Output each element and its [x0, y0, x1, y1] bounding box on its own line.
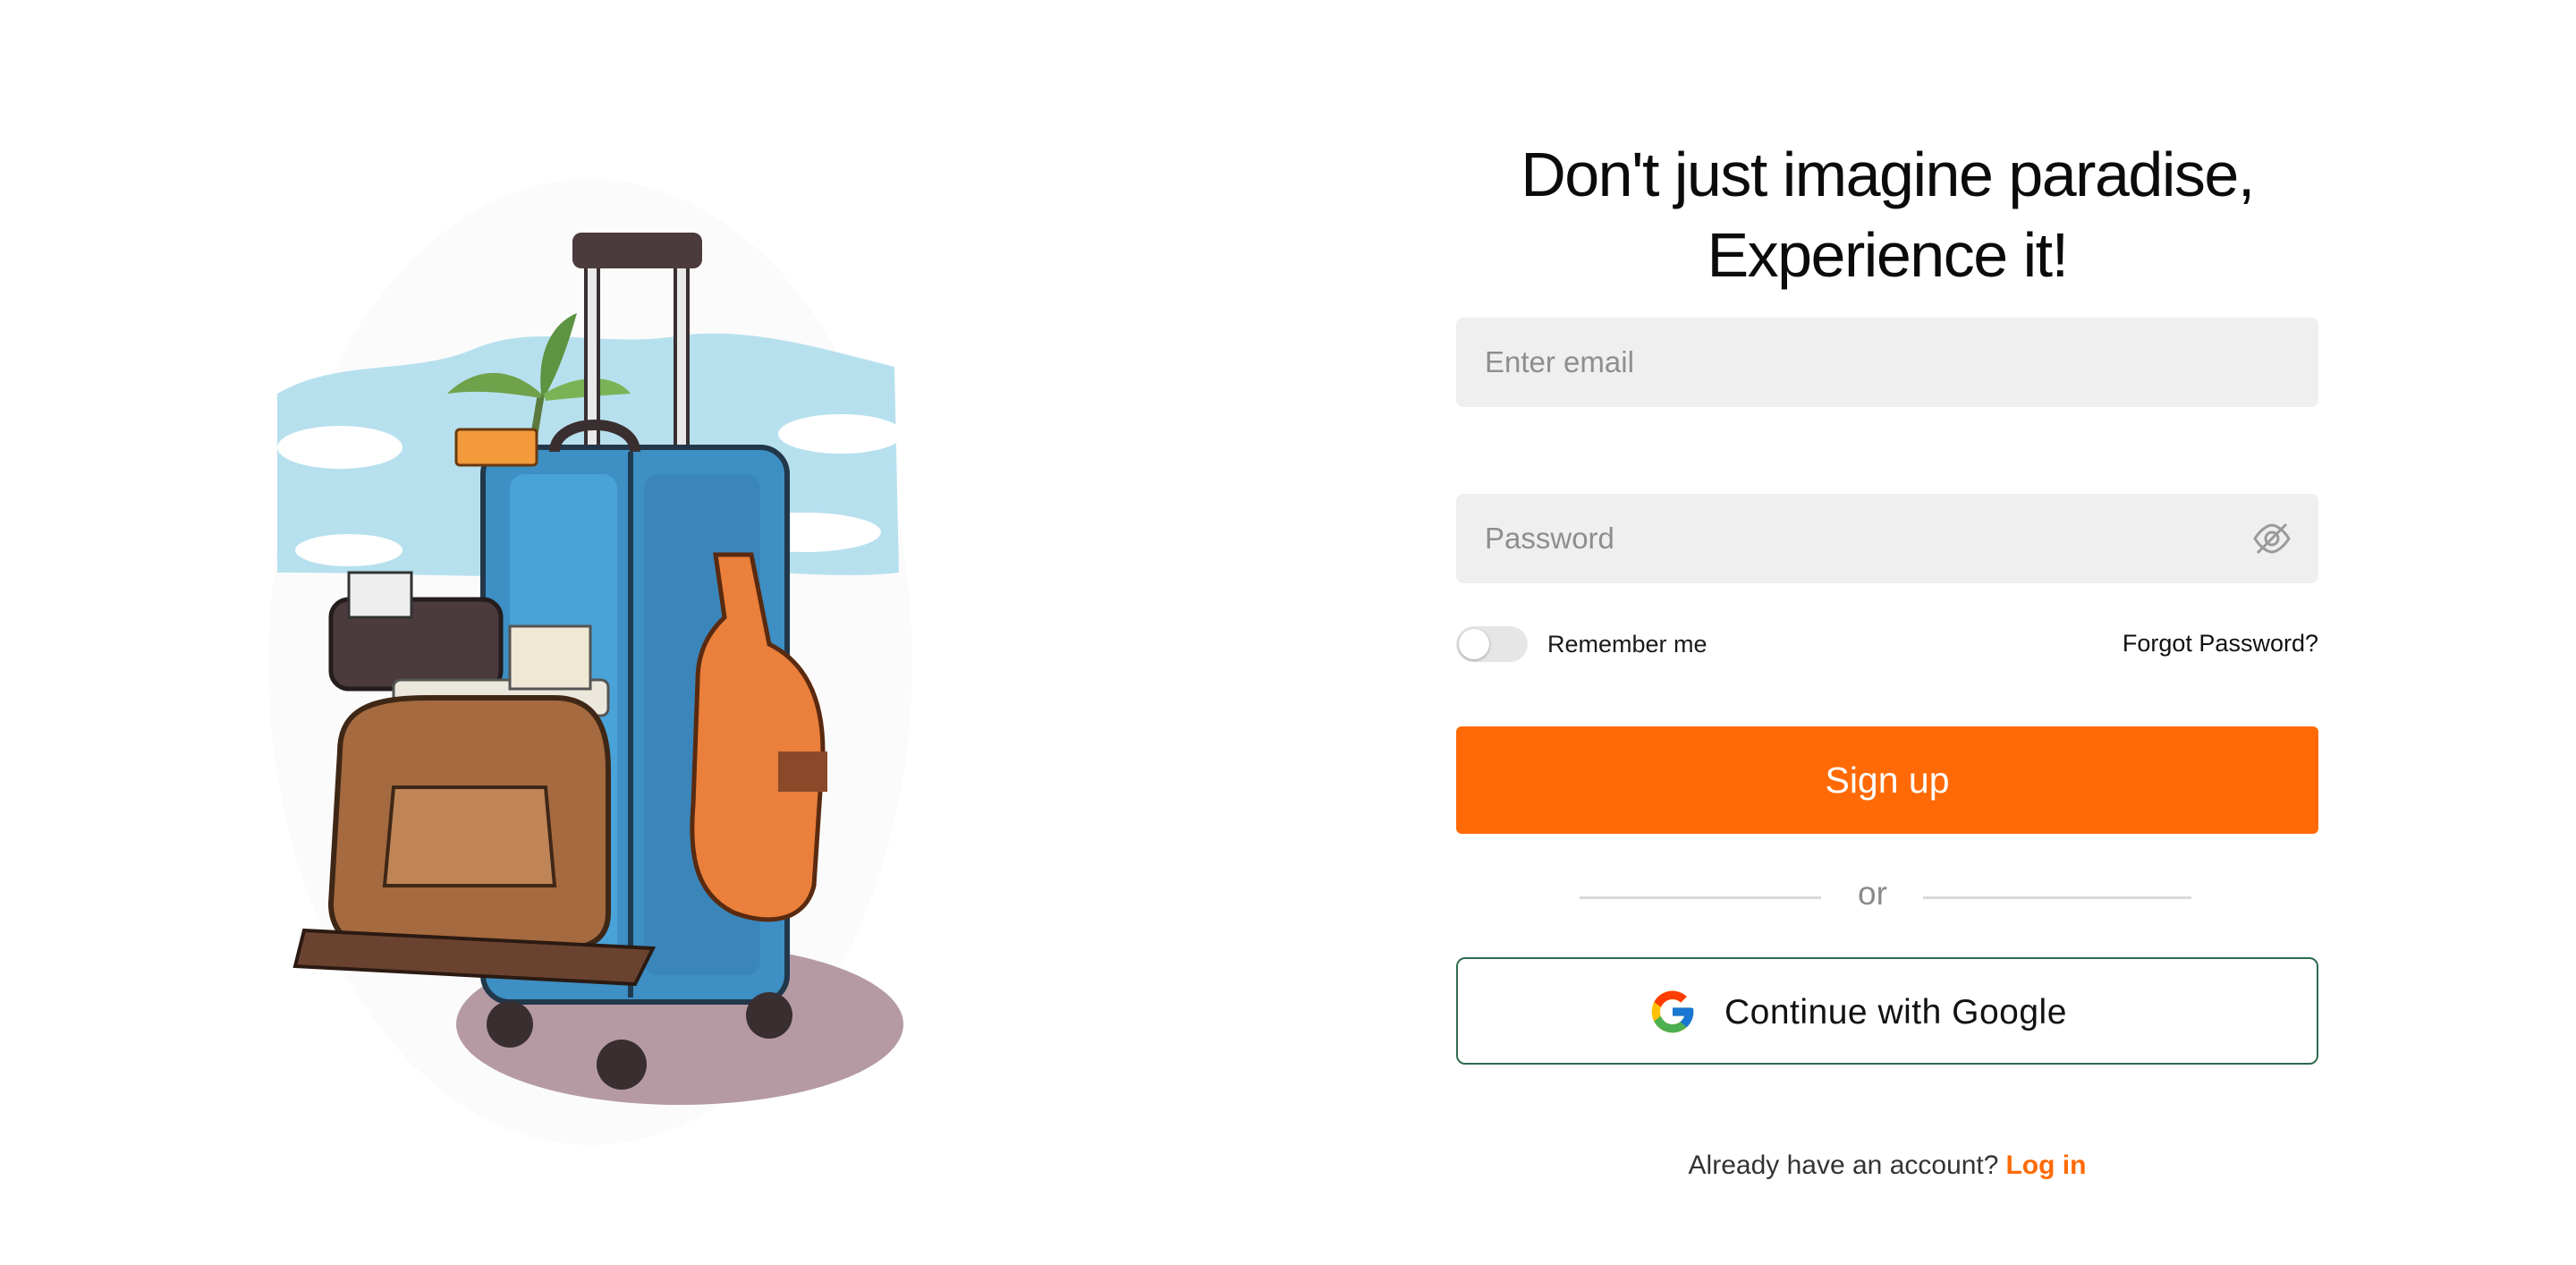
signup-form: Don't just imagine paradise, Experience …	[1456, 134, 2318, 1180]
continue-with-google-button[interactable]: Continue with Google	[1456, 957, 2318, 1065]
remember-me-label: Remember me	[1547, 631, 1707, 658]
login-prompt-text: Already have an account?	[1688, 1150, 1999, 1180]
headline-line-1: Don't just imagine paradise,	[1521, 140, 2255, 209]
divider-line-right	[1923, 896, 2191, 899]
remember-row: Remember me Forgot Password?	[1456, 624, 2318, 665]
toggle-knob	[1459, 629, 1489, 659]
divider-line-left	[1580, 896, 1821, 899]
google-logo-icon	[1648, 987, 1698, 1037]
divider-label: or	[1858, 875, 1887, 912]
password-field-container	[1456, 494, 2318, 583]
eye-off-icon[interactable]	[2252, 521, 2292, 556]
sign-up-button[interactable]: Sign up	[1456, 726, 2318, 834]
password-field[interactable]	[1456, 494, 2318, 583]
email-field[interactable]	[1456, 318, 2318, 407]
headline-line-2: Experience it!	[1707, 220, 2069, 290]
email-field-container	[1456, 318, 2318, 407]
remember-me-toggle[interactable]	[1456, 626, 1528, 662]
travel-suitcase-illustration	[268, 179, 921, 1145]
log-in-link[interactable]: Log in	[2005, 1150, 2086, 1180]
google-button-label: Continue with Google	[1724, 993, 2067, 1032]
page-title: Don't just imagine paradise, Experience …	[1456, 134, 2318, 295]
or-divider: or	[1456, 870, 2318, 923]
forgot-password-link[interactable]: Forgot Password?	[2123, 630, 2318, 658]
login-prompt: Already have an account? Log in	[1456, 1150, 2318, 1181]
